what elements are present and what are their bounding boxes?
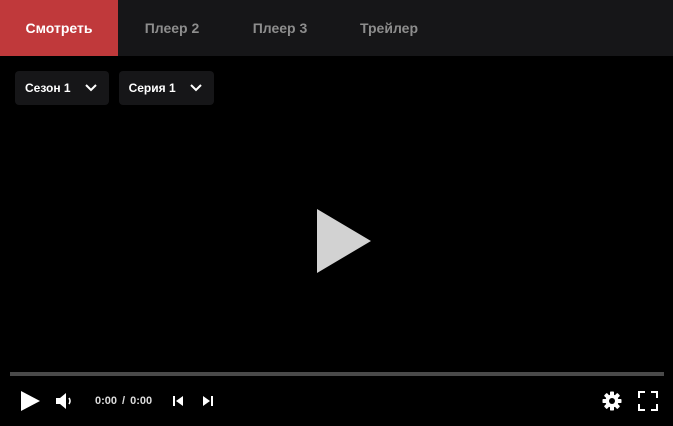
season-dropdown[interactable]: Сезон 1 [15, 71, 109, 105]
big-play-button[interactable] [317, 209, 371, 273]
control-bar: 0:00 / 0:00 [0, 384, 673, 418]
play-button[interactable] [19, 391, 41, 411]
episode-selectors: Сезон 1 Серия 1 [15, 71, 214, 105]
play-icon [21, 391, 40, 411]
player-tabs: Смотреть Плеер 2 Плеер 3 Трейлер [0, 0, 673, 56]
settings-button[interactable] [602, 391, 622, 411]
chevron-down-icon [84, 84, 97, 92]
skip-previous-icon [173, 396, 183, 406]
tab-watch[interactable]: Смотреть [0, 0, 118, 56]
play-icon [317, 209, 371, 273]
next-button[interactable] [202, 395, 214, 407]
duration: 0:00 [130, 395, 153, 407]
mute-button[interactable] [56, 392, 76, 410]
time-separator: / [122, 395, 126, 407]
chevron-down-icon [189, 84, 202, 92]
season-label: Сезон 1 [25, 81, 71, 95]
tab-player-2[interactable]: Плеер 2 [118, 0, 226, 56]
episode-label: Серия 1 [128, 81, 176, 95]
gear-icon [602, 391, 622, 411]
tab-player-3[interactable]: Плеер 3 [226, 0, 334, 56]
volume-icon [56, 393, 71, 409]
previous-button[interactable] [172, 395, 184, 407]
time-display: 0:00 / 0:00 [95, 395, 152, 407]
progress-bar[interactable] [10, 372, 664, 376]
skip-next-icon [203, 396, 213, 406]
current-time: 0:00 [95, 395, 118, 407]
episode-dropdown[interactable]: Серия 1 [118, 71, 214, 105]
tab-trailer[interactable]: Трейлер [334, 0, 444, 56]
fullscreen-icon [638, 391, 658, 411]
fullscreen-button[interactable] [638, 391, 658, 411]
